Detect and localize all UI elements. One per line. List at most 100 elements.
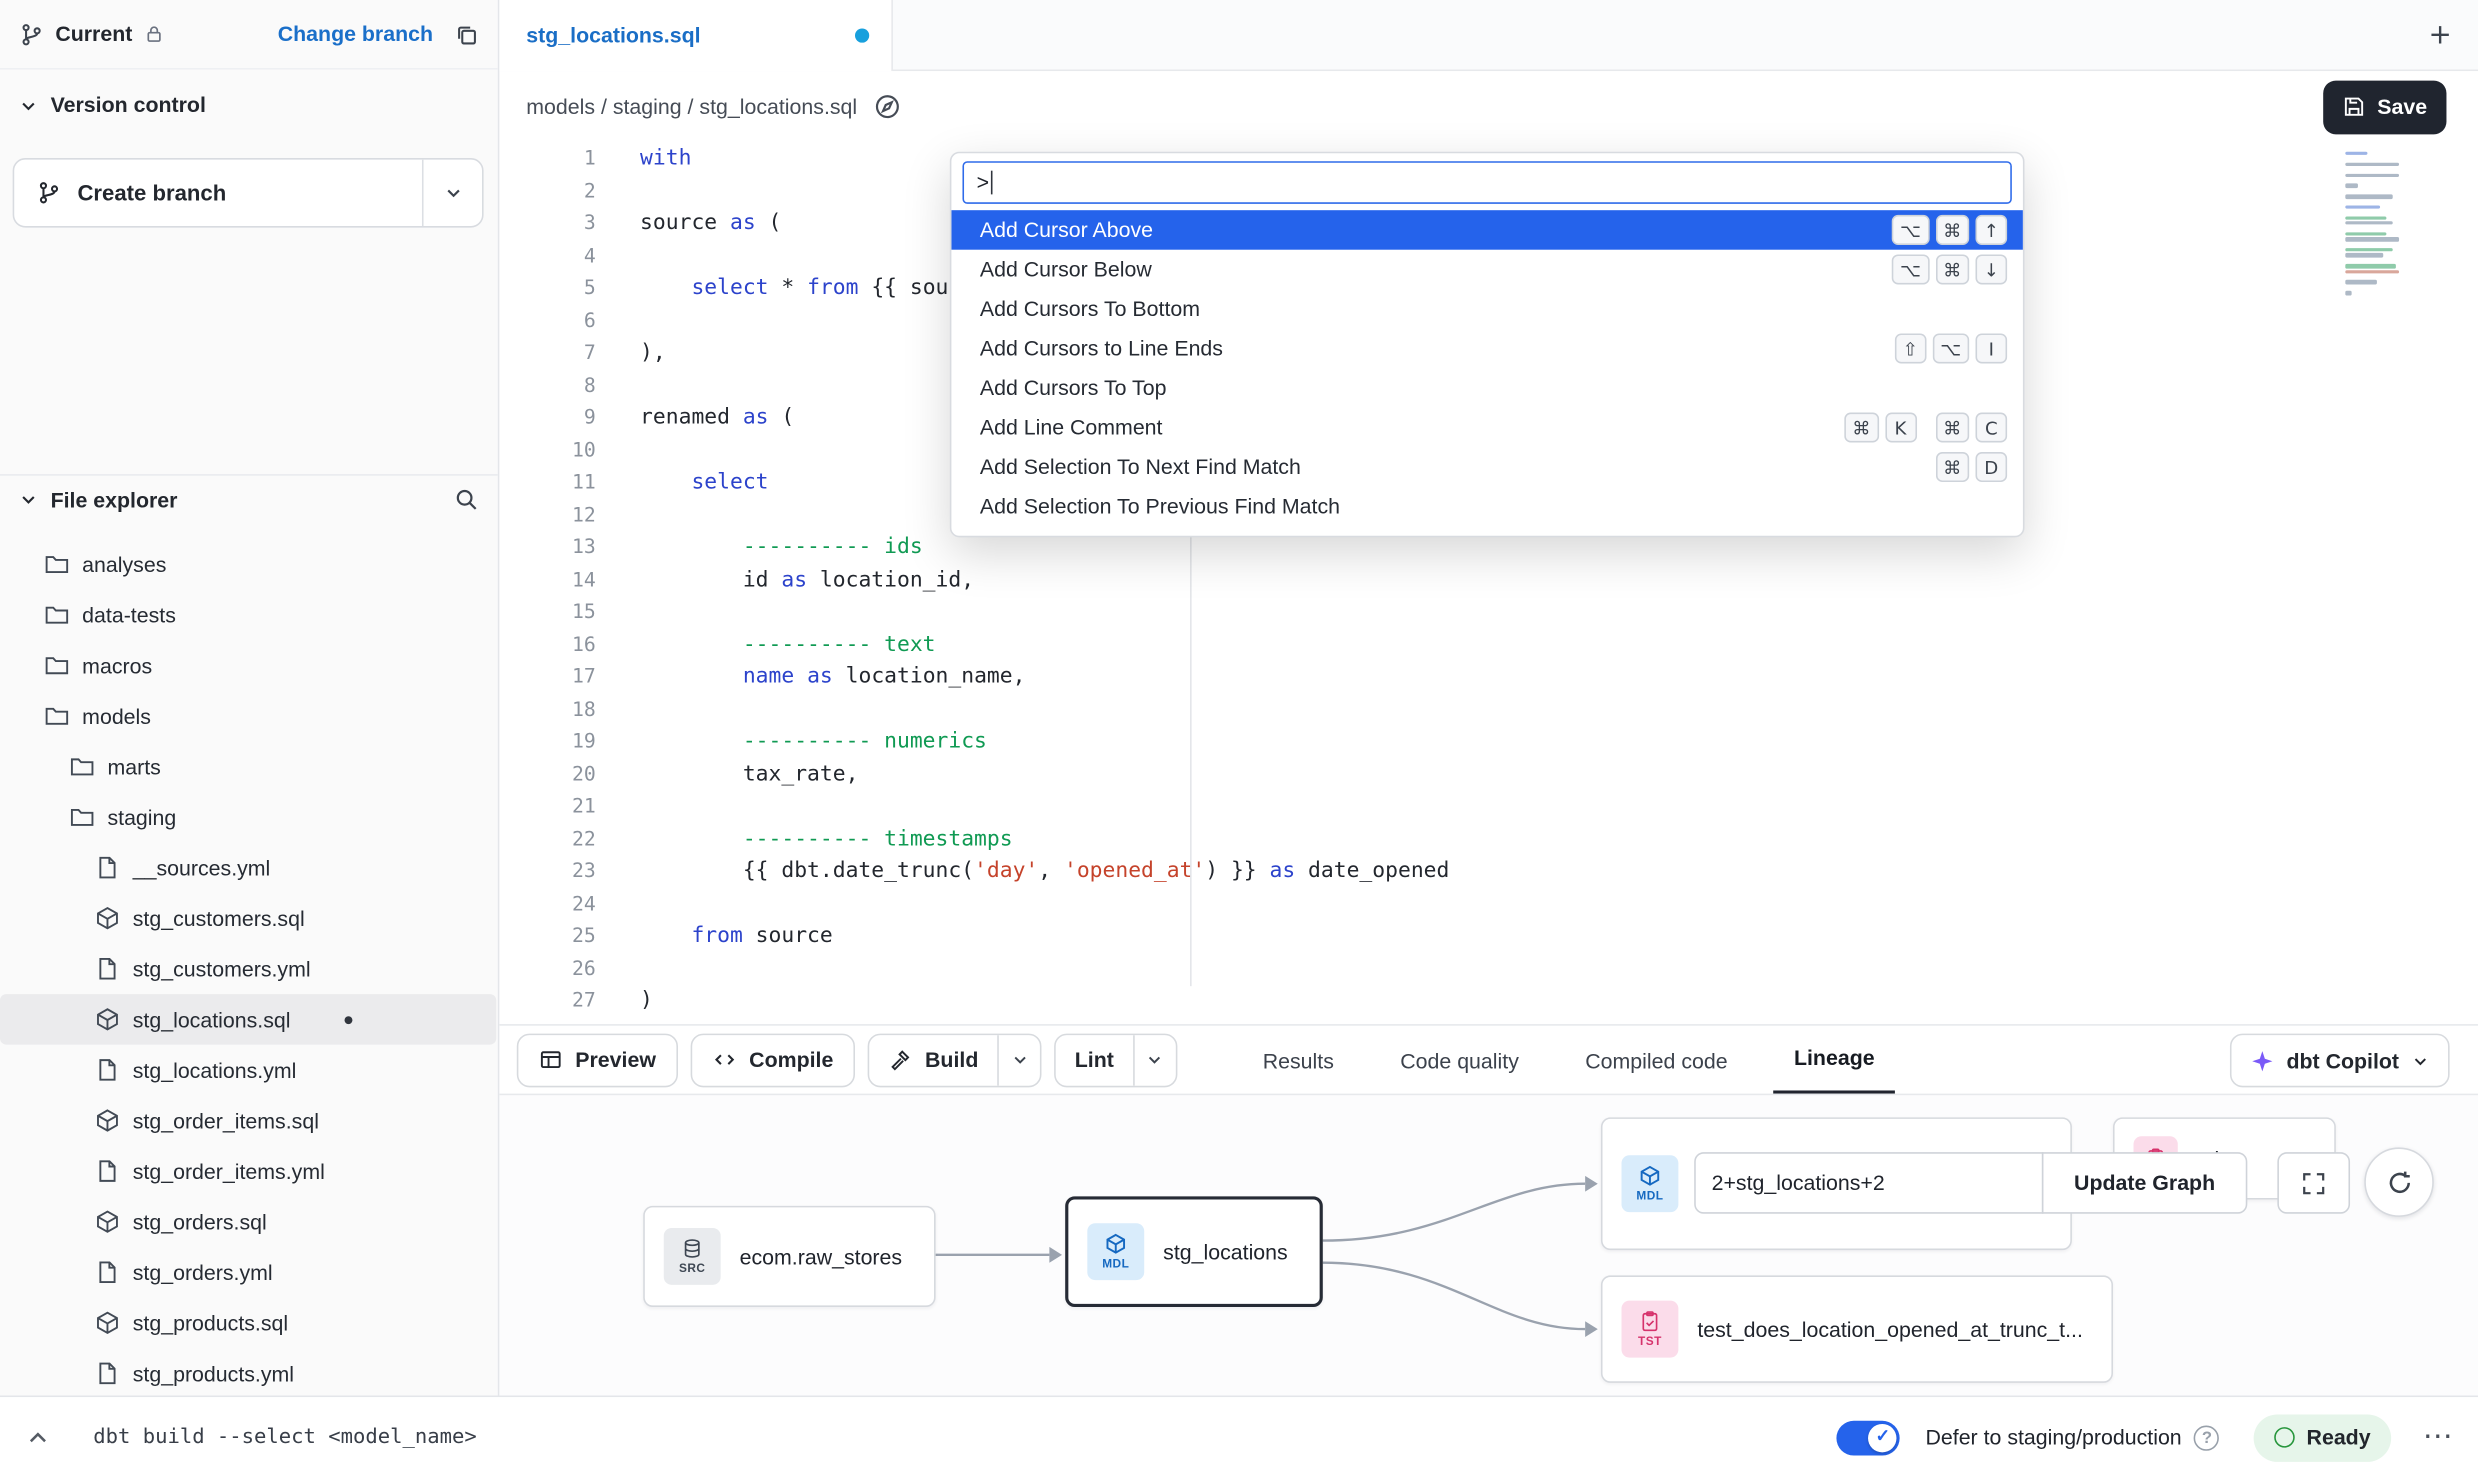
lint-button[interactable]: Lint <box>1054 1033 1177 1087</box>
fullscreen-button[interactable] <box>2277 1152 2350 1214</box>
file-tree-item[interactable]: analyses <box>0 539 496 590</box>
file-tree: analysesdata-testsmacros models martsstagi… <box>0 539 496 1399</box>
tab-compiled-code[interactable]: Compiled code <box>1565 1026 1748 1096</box>
lineage-node-test[interactable]: TST test_does_location_opened_at_trunc_t… <box>1601 1275 2113 1382</box>
command-palette-item[interactable]: Add Selection To Next Find Match⌘D <box>951 447 2023 487</box>
line-number: 25 <box>499 920 595 952</box>
file-tree-item[interactable]: stg_orders.yml <box>0 1247 496 1298</box>
file-tree-item[interactable]: marts <box>0 741 496 792</box>
lineage-selector-input[interactable] <box>1694 1152 2043 1214</box>
code-line: 27) <box>499 985 2478 1017</box>
copilot-sparkle-icon <box>2250 1049 2274 1073</box>
create-branch-button[interactable]: Create branch <box>13 158 484 228</box>
save-button[interactable]: Save <box>2323 80 2446 134</box>
file-tree-item[interactable]: data-tests <box>0 589 496 640</box>
compile-button[interactable]: Compile <box>691 1033 856 1087</box>
chevron-down-icon <box>19 96 38 115</box>
new-tab-icon[interactable] <box>2427 22 2452 47</box>
file-tree-item[interactable]: staging <box>0 792 496 843</box>
tab-code-quality[interactable]: Code quality <box>1380 1026 1540 1096</box>
shortcut-keys: ⌘D <box>1935 452 2007 482</box>
dbt-copilot-button[interactable]: dbt Copilot <box>2230 1034 2450 1088</box>
keycap: I <box>1976 333 2008 363</box>
line-number: 4 <box>499 239 595 271</box>
file-tree-item[interactable]: stg_products.yml <box>0 1348 496 1399</box>
lineage-node-source[interactable]: SRC ecom.raw_stores <box>643 1206 935 1307</box>
chevron-up-icon[interactable] <box>25 1425 50 1450</box>
file-name: stg_customers.sql <box>133 906 305 930</box>
create-branch-dropdown[interactable] <box>422 160 482 226</box>
search-icon[interactable] <box>454 487 479 512</box>
preview-button[interactable]: Preview <box>517 1033 678 1087</box>
model-icon <box>95 1108 120 1133</box>
command-palette-item[interactable]: Add Line Comment⌘K⌘C <box>951 408 2023 448</box>
file-tree-item[interactable]: stg_customers.yml <box>0 943 496 994</box>
command-label: Add Selection To Next Find Match <box>980 455 1935 479</box>
file-tree-item[interactable]: macros <box>0 640 496 691</box>
expand-icon <box>2301 1170 2326 1195</box>
current-branch-label: Current <box>55 22 132 46</box>
code-line: 25 from source <box>499 920 2478 952</box>
command-palette: > Add Cursor Above⌥⌘↑Add Cursor Below⌥⌘↓… <box>950 152 2025 538</box>
tab-results[interactable]: Results <box>1242 1026 1354 1096</box>
file-tree-item[interactable]: stg_customers.sql <box>0 893 496 944</box>
save-icon <box>2343 95 2367 119</box>
command-palette-item[interactable]: Add Selection To Previous Find Match <box>951 487 2023 527</box>
line-number: 6 <box>499 304 595 336</box>
tab-lineage[interactable]: Lineage <box>1773 1026 1895 1096</box>
defer-toggle[interactable]: ✓ <box>1837 1420 1900 1455</box>
chevron-down-icon <box>19 490 38 509</box>
file-tree-item[interactable]: stg_order_items.sql <box>0 1095 496 1146</box>
line-number: 8 <box>499 369 595 401</box>
tab-bar: stg_locations.sql <box>499 0 2478 71</box>
command-input[interactable]: > <box>962 161 2011 204</box>
command-palette-item[interactable]: Add Cursors To Bottom <box>951 289 2023 329</box>
file-name: stg_order_items.sql <box>133 1109 319 1133</box>
compass-icon[interactable] <box>875 93 902 120</box>
command-palette-item[interactable]: Add Cursors to Line Ends⇧⌥I <box>951 329 2023 369</box>
copilot-label: dbt Copilot <box>2286 1049 2399 1073</box>
file-tree-item[interactable]: stg_locations.sql <box>0 994 496 1045</box>
file-name: stg_locations.yml <box>133 1058 297 1082</box>
code-line: 15 <box>499 596 2478 628</box>
keycap: ⌘ <box>1935 412 1969 442</box>
lineage-node-stg-locations[interactable]: MDL stg_locations <box>1065 1196 1323 1307</box>
command-palette-item[interactable]: Add Cursor Below⌥⌘↓ <box>951 250 2023 290</box>
refresh-button[interactable] <box>2364 1147 2434 1217</box>
git-branch-icon <box>36 180 61 205</box>
file-name: models <box>82 704 151 728</box>
text-caret <box>991 171 993 195</box>
file-tree-item[interactable]: __sources.yml <box>0 842 496 893</box>
file-tree-item[interactable]: stg_locations.yml <box>0 1045 496 1096</box>
update-graph-button[interactable]: Update Graph <box>2042 1152 2247 1214</box>
command-palette-item[interactable]: Add Cursors To Top <box>951 368 2023 408</box>
build-dropdown[interactable] <box>997 1034 1040 1085</box>
breadcrumb-row: models / staging / stg_locations.sql Sav… <box>499 71 2478 142</box>
line-number: 19 <box>499 725 595 757</box>
version-control-header[interactable]: Version control <box>19 93 206 117</box>
help-icon[interactable]: ? <box>2194 1425 2219 1450</box>
file-tree-item[interactable]: stg_products.sql <box>0 1298 496 1349</box>
folder-icon <box>70 804 95 829</box>
command-palette-item[interactable]: Add Cursor Above⌥⌘↑ <box>951 210 2023 250</box>
ready-status[interactable]: Ready <box>2254 1414 2391 1461</box>
overflow-menu[interactable]: ⋯ <box>2423 1422 2453 1452</box>
status-circle-icon <box>2275 1427 2296 1448</box>
file-explorer-header[interactable]: File explorer <box>19 487 479 512</box>
result-tabs: Results Code quality Compiled code Lineage <box>1242 1026 1895 1096</box>
build-button[interactable]: Build <box>868 1033 1041 1087</box>
change-branch-link[interactable]: Change branch <box>278 22 433 46</box>
node-label: stg_locations <box>1163 1240 1288 1264</box>
file-name: stg_order_items.yml <box>133 1159 325 1183</box>
folder-icon <box>70 754 95 779</box>
file-tree-item[interactable]: stg_order_items.yml <box>0 1146 496 1197</box>
lint-dropdown[interactable] <box>1133 1034 1176 1085</box>
copy-icon[interactable] <box>454 21 479 46</box>
file-tree-item[interactable]: models <box>0 691 496 742</box>
file-tree-item[interactable]: stg_orders.sql <box>0 1196 496 1247</box>
minimap[interactable] <box>2345 152 2402 297</box>
line-number: 2 <box>499 175 595 207</box>
line-number: 5 <box>499 272 595 304</box>
command-label: Add Cursors To Bottom <box>980 297 2007 321</box>
tab-stg-locations-sql[interactable]: stg_locations.sql <box>499 0 893 71</box>
